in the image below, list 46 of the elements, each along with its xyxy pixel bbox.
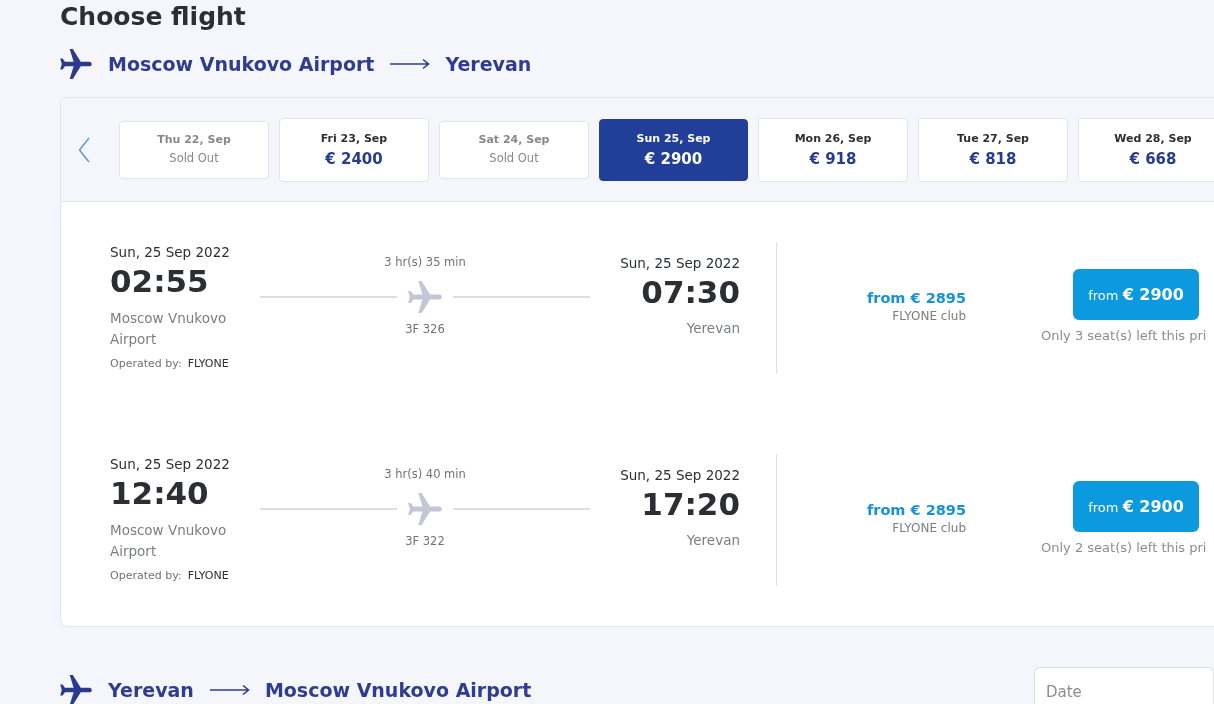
departure-airport: Moscow Vnukovo Airport: [110, 309, 228, 349]
date-tab[interactable]: Tue 27, Sep € 818: [918, 117, 1068, 182]
club-price: from € 2895: [866, 501, 966, 520]
route-origin: Yerevan: [108, 679, 194, 701]
arrival-date: Sun, 25 Sep 2022: [620, 466, 740, 485]
date-field[interactable]: Date: [1034, 667, 1214, 704]
chevron-left-icon[interactable]: [78, 136, 90, 163]
date-tab[interactable]: Sat 24, Sep Sold Out: [439, 120, 589, 179]
date-tab[interactable]: Thu 22, Sep Sold Out: [119, 120, 269, 179]
operator-label: Operated by:: [110, 356, 182, 372]
operator-label: Operated by:: [110, 568, 182, 584]
departure-time: 12:40: [110, 474, 209, 512]
departure-date: Sun, 25 Sep 2022: [110, 455, 230, 474]
flight-duration: 3 hr(s) 40 min: [384, 466, 466, 482]
club-label: FLYONE club: [892, 308, 966, 324]
flight-number: 3F 326: [405, 321, 445, 337]
departure-date: Sun, 25 Sep 2022: [110, 243, 230, 262]
airplane-icon: [60, 49, 92, 79]
departure-airport: Moscow Vnukovo Airport: [110, 521, 228, 561]
operator-name: FLYONE: [187, 356, 229, 372]
arrival-city: Yerevan: [686, 319, 740, 338]
flight-number: 3F 322: [405, 533, 445, 549]
seats-note: Only 3 seat(s) left this pri: [1041, 327, 1207, 345]
departure-time: 02:55: [110, 262, 209, 300]
arrival-date: Sun, 25 Sep 2022: [620, 254, 740, 273]
club-label: FLYONE club: [892, 520, 966, 536]
date-tab[interactable]: Sun 25, Sep € 2900: [599, 118, 748, 181]
flight-duration: 3 hr(s) 35 min: [384, 254, 466, 270]
seats-note: Only 2 seat(s) left this pri: [1041, 539, 1207, 557]
date-tab[interactable]: Fri 23, Sep € 2400: [279, 117, 429, 182]
route-destination: Yerevan: [445, 53, 532, 75]
arrival-time: 17:20: [641, 485, 740, 523]
airplane-icon: [408, 493, 442, 525]
arrival-city: Yerevan: [686, 531, 740, 550]
page-title: Choose flight: [60, 1, 246, 33]
route-destination: Moscow Vnukovo Airport: [264, 679, 532, 701]
arrow-icon: [390, 58, 431, 70]
route-origin: Moscow Vnukovo Airport: [108, 53, 375, 75]
club-price: from € 2895: [866, 289, 966, 308]
airplane-icon: [408, 281, 442, 313]
arrow-icon: [209, 684, 250, 696]
date-tab[interactable]: Wed 28, Sep € 668: [1078, 117, 1214, 182]
arrival-time: 07:30: [641, 273, 740, 311]
operator-name: FLYONE: [187, 568, 229, 584]
date-tab[interactable]: Mon 26, Sep € 918: [758, 117, 908, 182]
airplane-icon: [60, 675, 92, 704]
